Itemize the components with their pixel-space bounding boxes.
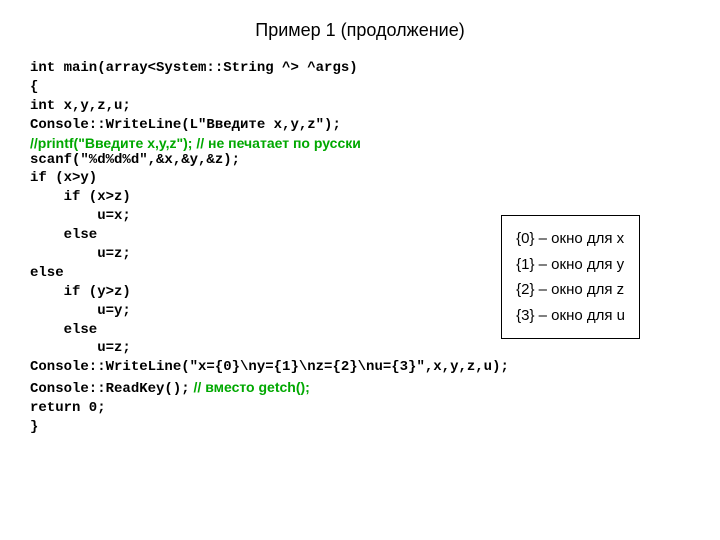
code-line: return 0; bbox=[30, 399, 690, 418]
code-line: } bbox=[30, 418, 690, 437]
code-line: u=z; bbox=[30, 339, 690, 358]
info-item: {2} – окно для z bbox=[516, 277, 625, 303]
code-line-mixed: Console::ReadKey(); // вместо getch(); bbox=[30, 377, 690, 399]
code-comment-inline: // вместо getch(); bbox=[190, 379, 310, 395]
info-item: {3} – окно для u bbox=[516, 303, 625, 329]
code-line: Console::WriteLine("x={0}\ny={1}\nz={2}\… bbox=[30, 358, 690, 377]
code-line: int main(array<System::String ^> ^args) bbox=[30, 59, 690, 78]
slide-title: Пример 1 (продолжение) bbox=[30, 20, 690, 41]
code-line: Console::WriteLine(L"Введите x,y,z"); bbox=[30, 116, 690, 135]
code-comment: //printf("Введите x,y,z"); // не печатае… bbox=[30, 135, 690, 151]
code-line: scanf("%d%d%d",&x,&y,&z); bbox=[30, 151, 690, 170]
code-line: { bbox=[30, 78, 690, 97]
code-line: if (x>y) bbox=[30, 169, 690, 188]
info-box: {0} – окно для x {1} – окно для y {2} – … bbox=[501, 215, 640, 339]
code-line: int x,y,z,u; bbox=[30, 97, 690, 116]
info-item: {1} – окно для y bbox=[516, 252, 625, 278]
code-readkey: Console::ReadKey(); bbox=[30, 381, 190, 397]
code-line: if (x>z) bbox=[30, 188, 690, 207]
info-item: {0} – окно для x bbox=[516, 226, 625, 252]
